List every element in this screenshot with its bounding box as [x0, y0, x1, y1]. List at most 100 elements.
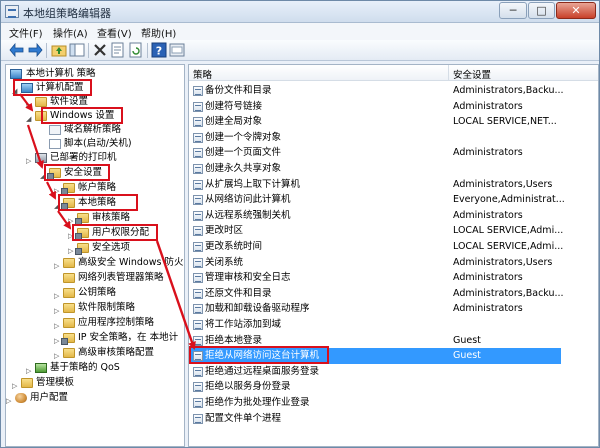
toolbar: ?: [1, 40, 599, 61]
computer-policy-icon: [10, 69, 22, 79]
column-divider[interactable]: [448, 65, 449, 81]
policy-item-icon: [193, 164, 203, 174]
maximize-button[interactable]: □: [528, 2, 555, 19]
column-header-setting[interactable]: 安全设置: [453, 67, 491, 81]
policy-row[interactable]: 更改时区 LOCAL SERVICE,Admi...: [189, 223, 598, 239]
policy-name: 创建符号链接: [205, 100, 263, 112]
toolbar-separator: [88, 43, 89, 58]
policy-item-icon: [193, 366, 203, 377]
expand-arrow-icon[interactable]: ▷: [26, 364, 34, 378]
policy-setting: Administrators: [453, 100, 523, 112]
policy-setting: Guest: [453, 350, 481, 362]
policy-row[interactable]: 创建一个令牌对象: [189, 130, 598, 146]
up-folder-icon[interactable]: [51, 42, 67, 58]
qos-chart-icon: [35, 363, 47, 373]
security-folder-icon: [75, 213, 89, 225]
policy-name: 更改系统时间: [205, 241, 263, 252]
policy-name: 加载和卸载设备驱动程序: [205, 303, 310, 315]
expand-arrow-icon[interactable]: ▷: [26, 154, 34, 168]
policy-name: 从网络访问此计算机: [205, 194, 291, 206]
policy-name: 创建一个令牌对象: [205, 131, 282, 143]
policy-row[interactable]: 管理审核和安全日志 Administrators: [189, 270, 598, 286]
policy-name: 拒绝以服务身份登录: [205, 381, 291, 393]
folder-icon: [63, 258, 75, 268]
back-arrow-icon[interactable]: [9, 42, 25, 58]
console-icon[interactable]: [169, 42, 185, 58]
highlight-box-security-settings: [44, 164, 110, 181]
delete-icon[interactable]: [92, 42, 108, 58]
svg-text:?: ?: [156, 45, 162, 58]
policy-row[interactable]: 加载和卸载设备驱动程序 Administrators: [189, 301, 598, 317]
policy-editor-app-icon: [5, 5, 19, 18]
menu-action[interactable]: 操作(A): [53, 25, 88, 40]
policy-item-icon: [193, 117, 203, 128]
title-bar[interactable]: 本地组策略编辑器 ─ □ ✕: [1, 1, 599, 23]
close-button[interactable]: ✕: [556, 2, 596, 19]
policy-setting: Everyone,Administrat...: [453, 194, 565, 206]
folder-icon: [63, 318, 75, 328]
policy-row[interactable]: 拒绝作为批处理作业登录: [189, 395, 598, 411]
policy-row[interactable]: 从远程系统强制关机 Administrators: [189, 208, 598, 224]
policy-row[interactable]: 关闭系统 Administrators,Users: [189, 255, 598, 271]
refresh-icon[interactable]: [128, 42, 144, 58]
policy-name: 管理审核和安全日志: [205, 272, 291, 284]
policy-list-icon: [49, 125, 61, 135]
policy-row[interactable]: 配置文件单个进程: [189, 411, 598, 427]
collapse-arrow-icon[interactable]: ◢: [26, 112, 34, 126]
policy-setting: Administrators,Backu...: [453, 287, 564, 299]
expand-arrow-icon[interactable]: ▷: [54, 304, 62, 318]
expand-arrow-icon[interactable]: ▷: [6, 394, 14, 408]
expand-arrow-icon[interactable]: ▷: [54, 319, 62, 333]
folder-icon: [21, 378, 33, 388]
policy-row[interactable]: 创建全局对象 LOCAL SERVICE,NET...: [189, 114, 598, 130]
policy-setting: Administrators: [453, 209, 523, 221]
policy-row[interactable]: 创建永久共享对象: [189, 161, 598, 177]
policy-item-icon: [193, 101, 203, 112]
policy-setting: Administrators,Users: [453, 256, 553, 268]
policy-row[interactable]: 更改系统时间 LOCAL SERVICE,Admi...: [189, 239, 598, 255]
policy-item-icon: [193, 335, 203, 346]
policy-row[interactable]: 拒绝通过远程桌面服务登录: [189, 364, 598, 380]
policy-row[interactable]: 创建一个页面文件 Administrators: [189, 145, 598, 161]
ipsec-icon: [61, 333, 75, 345]
policy-item-icon: [193, 179, 203, 190]
policy-row[interactable]: 从扩展坞上取下计算机 Administrators,Users: [189, 177, 598, 193]
policy-item-icon: [193, 132, 203, 143]
policy-item-icon: [193, 288, 203, 299]
menu-view[interactable]: 查看(V): [97, 25, 132, 40]
expand-arrow-icon[interactable]: ▷: [54, 259, 62, 273]
policy-row[interactable]: 拒绝以服务身份登录: [189, 379, 598, 395]
expand-arrow-icon[interactable]: ▷: [12, 379, 20, 393]
user-icon: [15, 393, 27, 403]
toolbar-separator: [147, 43, 148, 58]
policy-item-icon: [193, 195, 203, 206]
policy-row[interactable]: 备份文件和目录 Administrators,Backu...: [189, 83, 598, 99]
policy-name: 更改时区: [205, 225, 244, 237]
policy-name: 还原文件和目录: [205, 287, 272, 299]
policy-row[interactable]: 将工作站添加到域: [189, 317, 598, 333]
policy-name: 创建全局对象: [205, 116, 263, 128]
policy-name: 创建一个页面文件: [205, 147, 282, 159]
policy-setting: LOCAL SERVICE,Admi...: [453, 225, 564, 237]
policy-row[interactable]: 还原文件和目录 Administrators,Backu...: [189, 286, 598, 302]
policy-name: 配置文件单个进程: [205, 412, 282, 424]
column-header-policy[interactable]: 策略: [193, 67, 212, 81]
policy-row[interactable]: 从网络访问此计算机 Everyone,Administrat...: [189, 192, 598, 208]
show-tree-icon[interactable]: [69, 42, 85, 58]
policy-item-icon: [193, 413, 203, 424]
properties-icon[interactable]: [110, 42, 126, 58]
highlight-box-selected-policy: [189, 346, 329, 364]
forward-arrow-icon[interactable]: [27, 42, 43, 58]
policy-item-icon: [193, 148, 203, 159]
folder-icon: [35, 97, 47, 107]
tree-pane[interactable]: 本地计算机 策略 ◢ 计算机配置 ▷ 软件设置 ◢ Windows 设置 域名解…: [5, 64, 185, 447]
expand-arrow-icon[interactable]: ▷: [26, 98, 34, 112]
script-icon: [49, 139, 61, 149]
help-icon[interactable]: ?: [151, 42, 167, 58]
menu-file[interactable]: 文件(F): [9, 25, 43, 40]
menu-help[interactable]: 帮助(H): [141, 25, 176, 40]
policy-row[interactable]: 创建符号链接 Administrators: [189, 99, 598, 115]
minimize-button[interactable]: ─: [499, 2, 527, 19]
folder-icon: [63, 348, 75, 358]
expand-arrow-icon[interactable]: ▷: [54, 289, 62, 303]
